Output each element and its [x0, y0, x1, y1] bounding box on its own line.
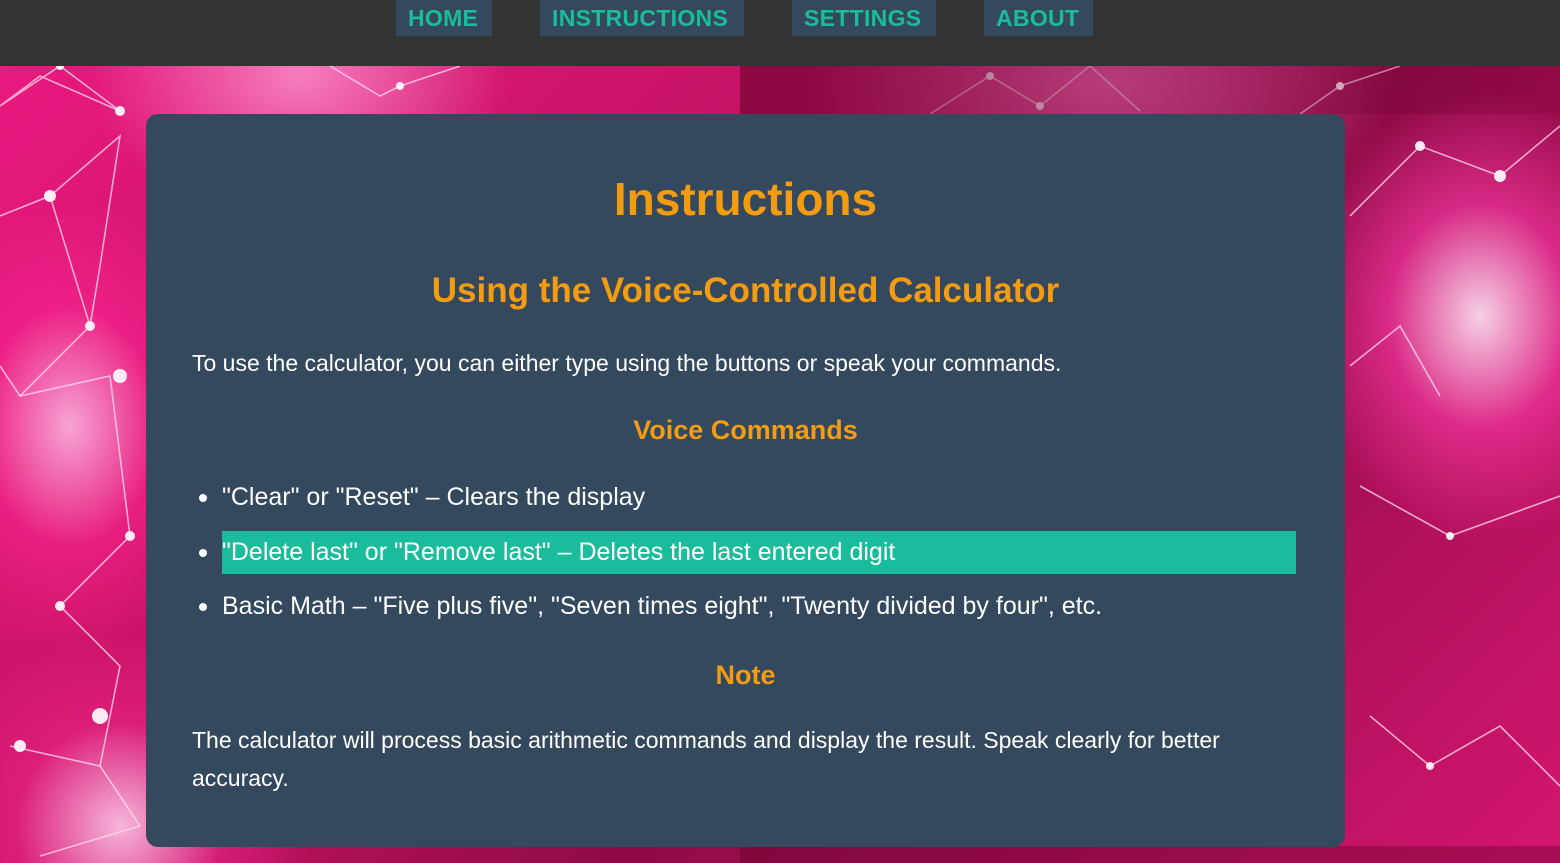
- command-text: "Delete last" or "Remove last" – Deletes…: [222, 538, 896, 566]
- page-subtitle: Using the Voice-Controlled Calculator: [431, 271, 1060, 310]
- command-text: Basic Math – "Five plus five", "Seven ti…: [222, 592, 1103, 620]
- note-text: The calculator will process basic arithm…: [192, 727, 1220, 791]
- nav-link-home[interactable]: HOME: [396, 0, 492, 36]
- bullet-icon: [199, 549, 207, 557]
- nav-link-instructions[interactable]: INSTRUCTIONS: [540, 0, 744, 36]
- nav-link-about[interactable]: ABOUT: [984, 0, 1093, 36]
- background-seam: [740, 846, 1560, 863]
- instructions-card: Instructions Using the Voice-Controlled …: [146, 114, 1345, 847]
- bullet-icon: [199, 494, 207, 502]
- top-navbar: HOME INSTRUCTIONS SETTINGS ABOUT: [0, 0, 1560, 66]
- note-heading: Note: [715, 660, 776, 690]
- voice-commands-heading: Voice Commands: [633, 415, 858, 445]
- command-item-delete-last: "Delete last" or "Remove last" – Deletes…: [199, 531, 1296, 574]
- command-item-basic-math: Basic Math – "Five plus five", "Seven ti…: [199, 585, 1296, 628]
- command-text: "Clear" or "Reset" – Clears the display: [222, 483, 646, 511]
- command-item-clear: "Clear" or "Reset" – Clears the display: [199, 476, 1296, 519]
- background-seam: [740, 66, 1560, 114]
- bullet-icon: [199, 603, 207, 611]
- intro-text: To use the calculator, you can either ty…: [192, 350, 1062, 376]
- nav-link-settings[interactable]: SETTINGS: [792, 0, 936, 36]
- page-title: Instructions: [613, 173, 878, 225]
